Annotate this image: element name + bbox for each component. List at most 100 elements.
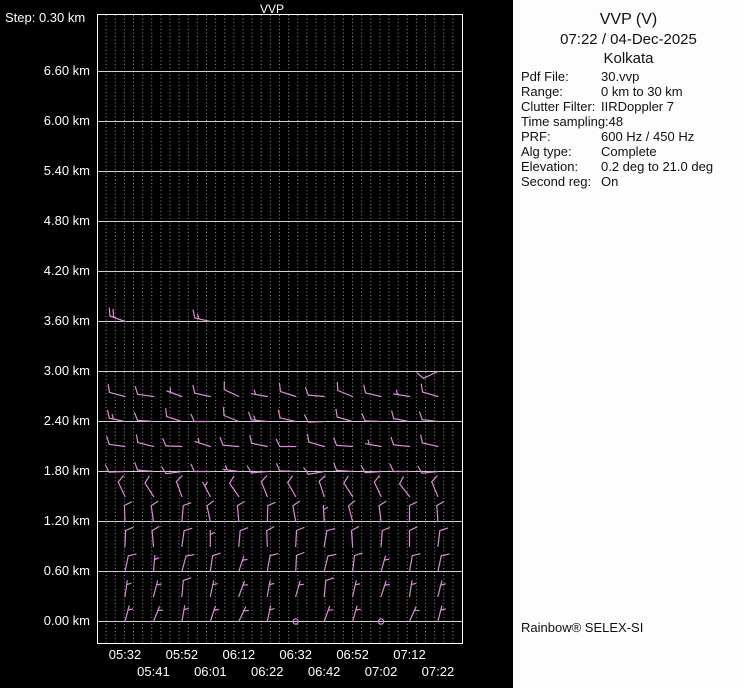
product-title: VVP (V) [599,11,658,28]
wind-barb [408,501,418,523]
parameter-row: PRF: 600 Hz / 450 Hz [521,129,742,144]
wind-barb [209,529,216,548]
parameter-row: Alg type: Complete [521,144,742,159]
wind-barb [408,580,417,598]
wind-barb [278,383,297,398]
brand-footer: Rainbow® SELEX-SI [521,620,644,635]
parameter-label: Elevation: [521,159,579,174]
wind-barb [250,389,268,398]
y-axis: 6.60 km 6.00 km 5.40 km 4.80 km 4.20 km 3.60 … [0,0,90,688]
y-axis-label: 0.60 km [43,563,90,578]
wind-barb [190,413,211,423]
wind-barb [209,605,220,623]
wind-barb [134,386,155,398]
x-axis-label: 05:41 [137,664,170,679]
parameter-label: Alg type: [521,144,572,159]
wind-barb [117,475,126,498]
wind-barb [336,381,354,398]
parameter-value: 0 km to 30 km [601,84,683,99]
wind-barb [347,500,356,523]
wind-barb [124,605,134,623]
x-axis-label: 07:22 [421,664,455,679]
wind-barb [380,555,390,573]
wind-barb [133,412,155,423]
wind-barb [419,411,439,423]
wind-barb [408,553,421,573]
wind-barb [318,475,326,498]
parameter-value: On [601,174,619,189]
parameter-value: 0.2 deg to 21.0 deg [601,159,714,174]
wind-barb [352,552,363,573]
wind-barb [277,409,297,423]
wind-barb-plot [97,14,463,644]
wind-barb [260,475,268,498]
wind-barb [249,434,268,448]
x-axis-label: 06:12 [222,647,256,662]
parameter-value: 48 [608,114,624,129]
wind-barb [107,383,126,398]
wind-barb [276,463,297,473]
wind-barb [295,580,305,598]
wind-barb [236,501,245,523]
y-axis-label: 1.20 km [43,513,90,528]
y-axis-label: 2.40 km [43,413,90,428]
parameter-label: Range: [521,84,563,99]
wind-barb [222,406,240,423]
y-axis-label: 3.60 km [43,313,90,328]
x-axis-label: 06:42 [307,664,341,679]
wind-barb [192,384,211,398]
parameter-value: Complete [601,144,657,159]
parameter-value: 30.vvp [601,69,640,84]
wind-barb [304,387,325,398]
wind-barb [295,526,305,548]
parameter-row: Second reg: On [521,174,742,189]
parameter-row: Elevation: 0.2 deg to 21.0 deg [521,159,742,174]
wind-barb [323,528,336,548]
wind-barb [295,551,305,573]
wind-barb [266,553,279,573]
wind-barb [108,307,126,323]
wind-barb [152,554,160,573]
wind-barb [373,475,382,498]
parameter-label: Pdf File: [521,69,569,84]
info-panel: VVP (V) 07:22 / 04-Dec-2025 Kolkata Pdf … [513,0,744,688]
wind-barb [135,434,155,448]
parameter-label: PRF: [521,129,551,144]
x-axis-label: 06:32 [279,647,312,662]
parameter-label: Time sampling: [521,114,609,129]
wind-barb [323,577,334,598]
x-axis-label: 06:52 [336,647,369,662]
wind-barb [194,437,211,448]
y-axis-label: 4.20 km [43,263,90,278]
wind-barb [166,387,183,398]
wind-barb [222,464,240,473]
x-axis-label: 07:12 [393,647,426,662]
wind-barb [202,481,211,498]
wind-barb [181,577,192,598]
wind-barb [229,475,240,498]
wind-barb [431,475,439,498]
wind-barb [416,370,439,379]
site-name: Kolkata [603,50,654,67]
parameter-row: Clutter Filter: IIRDoppler 7 [521,99,742,114]
wind-barb [106,436,126,448]
wind-barb [287,475,297,498]
wind-barb [335,408,354,423]
wind-barb [352,605,361,623]
wind-barb [292,500,301,523]
wind-barb [124,526,134,548]
wind-barb [380,527,391,548]
wind-barb [124,580,132,598]
plot-frame [97,14,463,644]
wind-barb [223,381,240,398]
wind-barb [266,580,275,598]
wind-barb [150,500,159,523]
wind-barb [378,500,387,523]
wind-barb [181,605,189,623]
wind-barb [152,580,162,598]
parameter-label: Second reg: [521,174,592,189]
wind-barb [192,309,211,323]
wind-barb [219,437,240,448]
wind-barb [134,462,155,473]
wind-barb [123,501,133,523]
